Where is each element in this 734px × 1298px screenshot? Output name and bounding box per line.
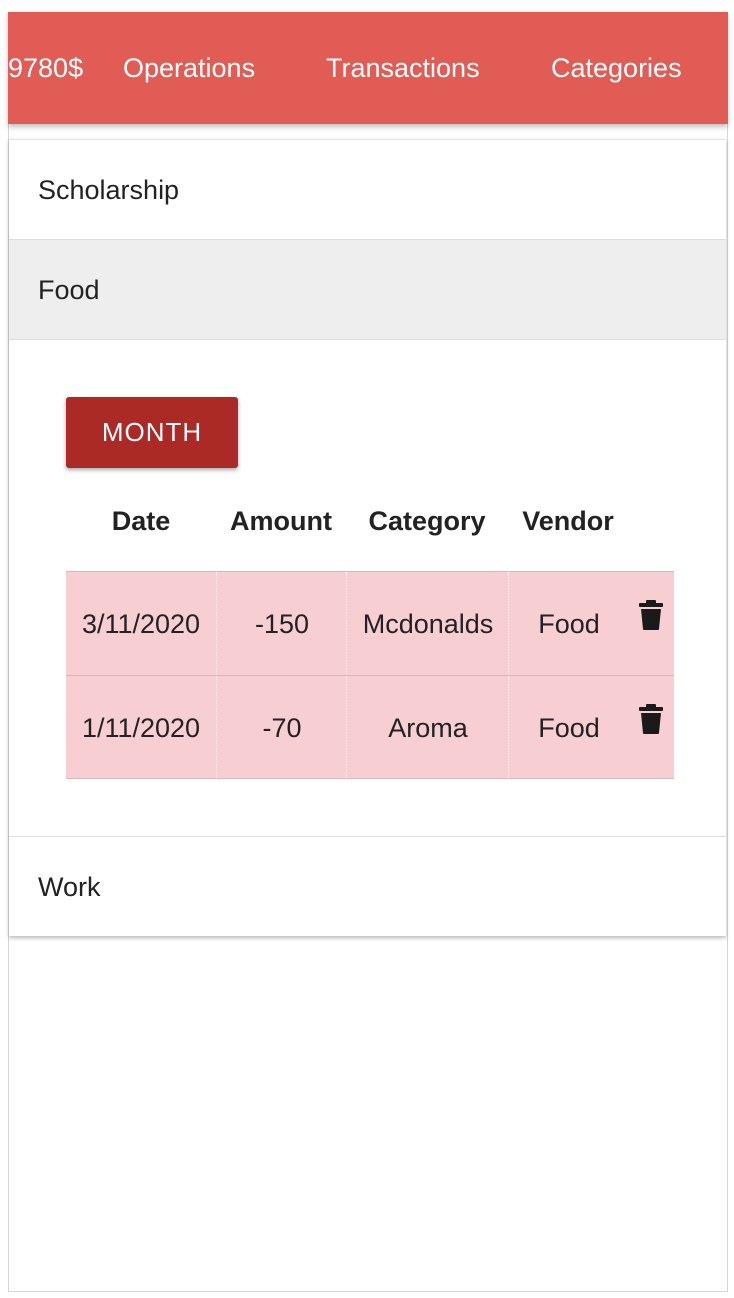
cell-amount: -150 (216, 572, 347, 674)
cell-date: 3/11/2020 (81, 609, 201, 639)
transactions-table: 3/11/2020 -150 Mcdonalds Food 1/11/2020 … (66, 571, 674, 779)
cell-date: 1/11/2020 (81, 713, 201, 743)
cell-vendor: Food (508, 676, 629, 778)
column-date: Date (111, 506, 171, 536)
column-amount: Amount (230, 506, 332, 536)
transactions-table-header: Date Amount Category Vendor (66, 500, 674, 542)
trash-icon[interactable] (628, 600, 674, 634)
nav-categories[interactable]: Categories (551, 12, 682, 124)
category-food[interactable]: Food (9, 239, 726, 339)
cell-category: Aroma (346, 676, 509, 778)
cell-category: Mcdonalds (346, 572, 509, 674)
trash-icon[interactable] (628, 704, 674, 738)
nav-transactions[interactable]: Transactions (326, 12, 480, 124)
month-button[interactable]: MONTH (66, 397, 238, 468)
cell-amount: -70 (216, 676, 347, 778)
balance-display: 9780$ (8, 53, 84, 83)
category-accordion: Scholarship Food MONTH Date Amount Categ… (9, 139, 726, 936)
nav-operations[interactable]: Operations (123, 12, 255, 124)
column-vendor: Vendor (522, 506, 614, 536)
food-panel: MONTH Date Amount Category Vendor 3/11/2… (9, 339, 726, 836)
cell-vendor: Food (508, 572, 629, 674)
table-row: 1/11/2020 -70 Aroma Food (66, 675, 674, 779)
category-work[interactable]: Work (9, 836, 726, 936)
category-scholarship[interactable]: Scholarship (9, 139, 726, 239)
top-navbar: 9780$ Operations Transactions Categories (8, 12, 728, 124)
column-category: Category (368, 506, 486, 536)
table-row: 3/11/2020 -150 Mcdonalds Food (66, 571, 674, 675)
